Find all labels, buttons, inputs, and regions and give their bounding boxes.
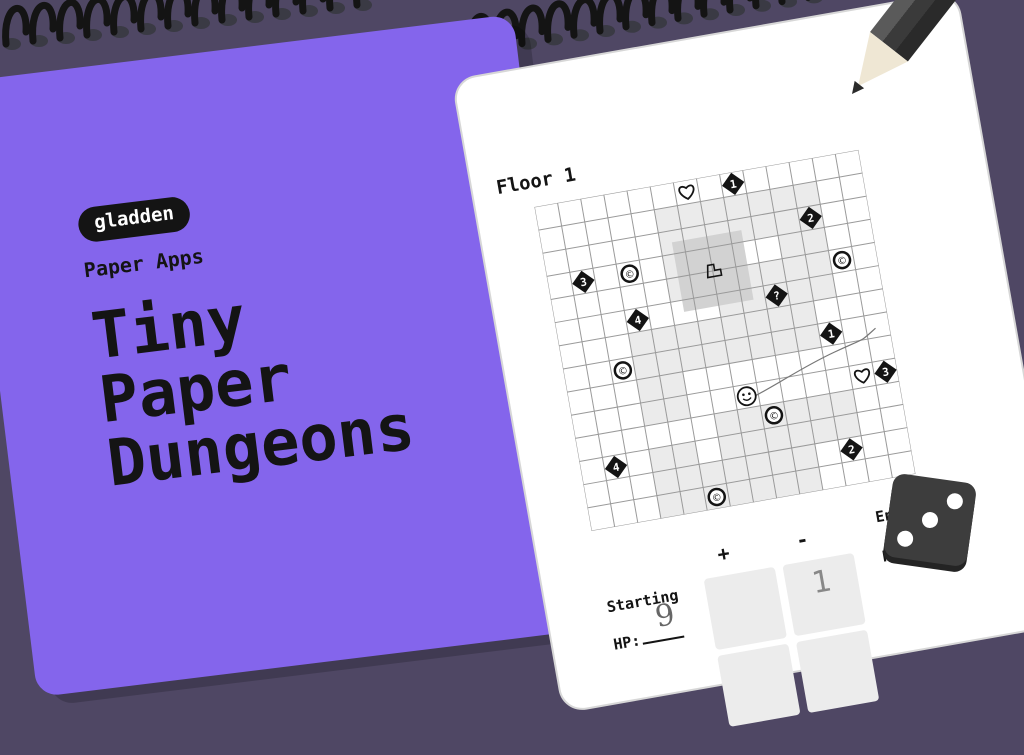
coin-icon: © [620, 264, 639, 283]
hp-label: HP: [612, 631, 642, 654]
plus-box[interactable] [703, 566, 788, 651]
spiral-loop [2, 4, 30, 50]
hp-underline [642, 635, 685, 645]
coin-icon: © [707, 487, 727, 507]
spiral-loop [164, 0, 192, 32]
map-grid: 1234?1342©©©©© [534, 149, 916, 531]
die-pip [896, 529, 915, 548]
die-icon[interactable] [882, 472, 978, 568]
coin-symbol: © [836, 255, 848, 268]
spiral-loop [191, 0, 219, 29]
spiral-loop [570, 0, 598, 42]
spiral-loop [622, 0, 650, 33]
spiral-loop [778, 0, 797, 8]
spiral-loop [299, 0, 327, 17]
spiral-loop [726, 0, 753, 16]
plus-box[interactable] [717, 643, 801, 727]
coin-symbol: © [768, 410, 780, 423]
subtitle: Paper Apps [82, 243, 205, 283]
spiral-loop [110, 0, 138, 38]
spiral-loop [326, 0, 345, 14]
coin-symbol: © [624, 269, 636, 282]
coin-symbol: © [711, 492, 723, 505]
minus-box-value: 1 [809, 563, 835, 602]
minus-box[interactable] [795, 629, 880, 714]
spiral-loop [752, 0, 771, 12]
spiral-loop [137, 0, 165, 35]
coin-icon: © [764, 406, 784, 425]
minus-box[interactable]: 1 [782, 552, 866, 637]
spiral-loop [353, 0, 372, 11]
plus-box-value [705, 573, 776, 586]
plus-label: + [715, 540, 732, 567]
spiral-loop [596, 0, 624, 37]
floor-label: Floor 1 [494, 163, 578, 200]
brand-badge: gladden [76, 195, 192, 244]
spiral-loop [648, 0, 676, 29]
spiral-loop [674, 0, 702, 25]
spiral-loop [700, 0, 728, 21]
spiral-loop [56, 0, 84, 44]
coin-icon: © [613, 361, 633, 380]
coin-icon: © [832, 250, 852, 270]
dungeon-map: 1 2 3 4? 1 3 4 2 © © © © © [534, 149, 916, 531]
spiral-loop [544, 0, 572, 46]
die-pip [945, 492, 964, 511]
coin-symbol: © [617, 366, 629, 379]
spiral-loop [245, 0, 273, 23]
minus-label: - [794, 526, 811, 553]
spiral-loop [805, 0, 823, 4]
die-pip [920, 510, 940, 530]
spiral-loop [83, 0, 111, 41]
spiral-loop [518, 4, 546, 50]
spiral-loop [29, 1, 57, 47]
spiral-loop [218, 0, 246, 26]
spiral-loop [272, 0, 300, 20]
